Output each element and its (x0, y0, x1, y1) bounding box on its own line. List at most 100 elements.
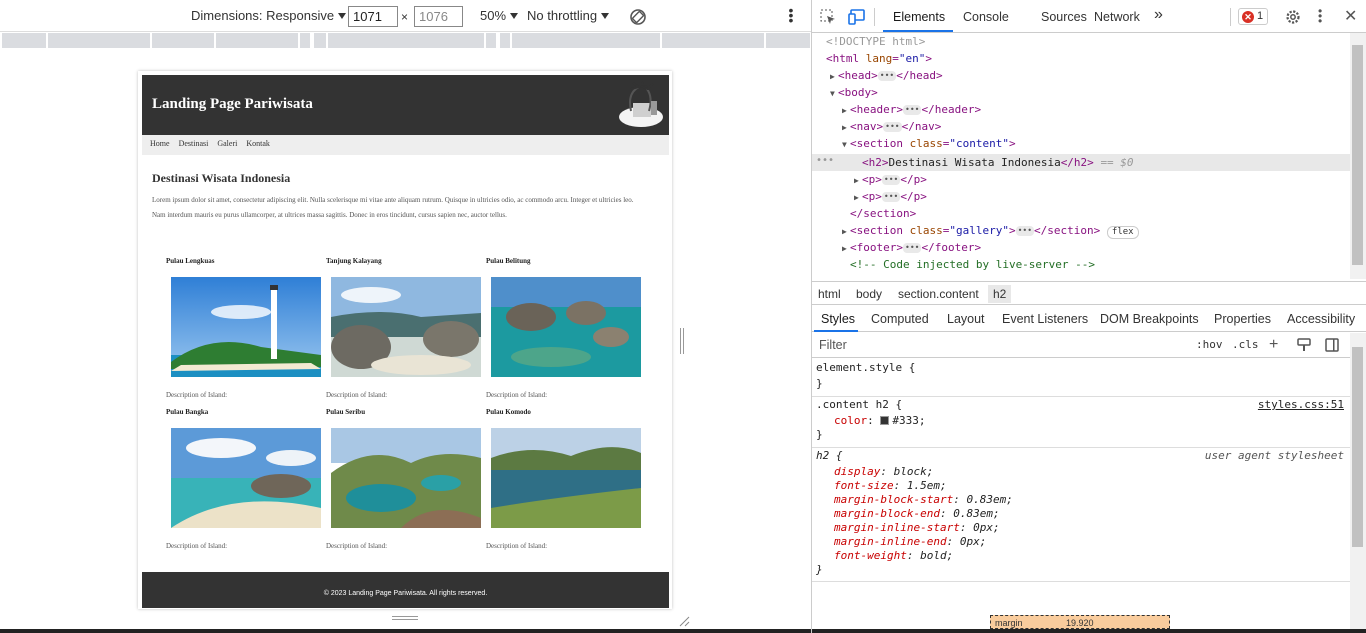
filter-input[interactable] (813, 335, 1183, 355)
dom-p-node[interactable]: ▶ <p> ••• </p> (854, 171, 927, 188)
dom-doctype[interactable]: <!DOCTYPE html> (826, 33, 925, 50)
ellipsis-icon[interactable]: ••• (883, 122, 902, 132)
rule-h2-ua[interactable]: h2 { (816, 449, 843, 463)
dom-html-node[interactable]: <html lang="en"> (826, 50, 932, 67)
dom-comment[interactable]: <!-- Code injected by live-server --> (850, 256, 1095, 273)
error-counter[interactable]: ✕ 1 (1238, 8, 1268, 25)
resize-handle-bottom[interactable] (392, 615, 418, 623)
crumb-h2[interactable]: h2 (988, 285, 1012, 303)
nav-home[interactable]: Home (150, 139, 170, 148)
more-tabs-icon[interactable]: » (1154, 6, 1163, 24)
ellipsis-icon[interactable]: ••• (903, 105, 922, 115)
crumb-body[interactable]: body (856, 287, 882, 301)
device-toggle-icon[interactable] (848, 9, 866, 28)
hov-toggle[interactable]: :hov (1196, 338, 1223, 351)
expand-arrow-icon[interactable]: ▶ (830, 68, 838, 85)
tab-layout[interactable]: Layout (947, 312, 985, 326)
flex-badge[interactable]: flex (1106, 226, 1139, 239)
dom-section-close[interactable]: </section> (850, 205, 916, 222)
rule-source-link[interactable]: styles.css:51 (1258, 398, 1344, 411)
paint-icon[interactable] (1297, 338, 1311, 355)
expand-arrow-icon[interactable]: ▶ (842, 119, 850, 136)
dom-section-tag: section (856, 137, 903, 150)
inspect-element-icon[interactable] (820, 9, 836, 28)
ellipsis-icon[interactable]: ••• (903, 243, 922, 253)
dom-body-node[interactable]: ▼ <body> (830, 84, 878, 101)
ellipsis-icon[interactable]: ••• (881, 192, 901, 202)
tab-accessibility[interactable]: Accessibility (1287, 312, 1355, 326)
dom-row-menu-icon[interactable]: ••• (816, 152, 834, 169)
dom-section-content-node[interactable]: ▼ <section class="content"> (842, 135, 1016, 152)
expand-arrow-icon[interactable]: ▶ (842, 240, 850, 257)
dom-scrollbar[interactable] (1350, 33, 1366, 279)
dom-section-tag: section (856, 224, 903, 237)
dom-nav-node[interactable]: ▶ <nav> ••• </nav> (842, 118, 941, 135)
sidebar-toggle-icon[interactable] (1325, 338, 1339, 355)
devtools-menu-icon[interactable]: • • • (1318, 5, 1322, 27)
dimensions-dropdown[interactable]: Dimensions: Responsive (191, 8, 346, 23)
height-input[interactable] (414, 6, 463, 27)
dom-header-close: header (934, 103, 975, 116)
collapse-arrow-icon[interactable]: ▼ (830, 85, 838, 102)
tab-dom-breakpoints[interactable]: DOM Breakpoints (1100, 312, 1199, 326)
nav-galeri[interactable]: Galeri (217, 139, 237, 148)
tab-properties[interactable]: Properties (1214, 312, 1271, 326)
more-options-icon[interactable]: • • • (786, 3, 796, 27)
media-query-bar[interactable] (0, 32, 811, 49)
settings-gear-icon[interactable] (1285, 9, 1301, 28)
tab-console[interactable]: Console (963, 10, 1009, 24)
ellipsis-icon[interactable]: ••• (1015, 226, 1035, 236)
ua-prop: margin-block-end (834, 507, 940, 520)
tab-event-listeners[interactable]: Event Listeners (1002, 312, 1088, 326)
zoom-dropdown[interactable]: 50% (480, 8, 518, 23)
nav-kontak[interactable]: Kontak (246, 139, 270, 148)
expand-arrow-icon[interactable]: ▶ (854, 189, 862, 206)
nav-destinasi[interactable]: Destinasi (179, 139, 209, 148)
rule-element-style[interactable]: element.style { (816, 361, 915, 375)
dom-p-node[interactable]: ▶ <p> ••• </p> (854, 188, 927, 205)
add-rule-icon[interactable]: + (1269, 336, 1278, 354)
dom-header-node[interactable]: ▶ <header> ••• </header> (842, 101, 981, 118)
rule-close-brace: } (816, 428, 823, 441)
dom-head-node[interactable]: ▶ <head> ••• </head> (830, 67, 943, 84)
width-input[interactable] (348, 6, 398, 27)
dom-h2-ref: == $0 (1100, 156, 1134, 169)
resize-handle-right[interactable] (678, 328, 686, 354)
rule-content-h2[interactable]: .content h2 { (816, 398, 902, 412)
tab-styles[interactable]: Styles (821, 312, 855, 326)
throttling-dropdown[interactable]: No throttling (527, 8, 609, 23)
rotate-icon[interactable] (629, 8, 647, 29)
color-swatch-icon[interactable] (880, 416, 890, 425)
box-model-margin[interactable]: margin 19.920 (990, 615, 1170, 629)
crumb-section[interactable]: section.content (898, 287, 979, 301)
close-devtools-icon[interactable]: ✕ (1344, 6, 1357, 26)
crumb-html[interactable]: html (818, 287, 841, 301)
site-footer: © 2023 Landing Page Pariwisata. All righ… (142, 572, 669, 608)
dom-section-val: "content" (949, 137, 1009, 150)
dom-section-gallery-node[interactable]: ▶ <section class="gallery"> ••• </section> … (842, 222, 1139, 239)
active-tab-indicator (883, 30, 953, 32)
ua-value: 0.83em; (953, 507, 1000, 520)
resize-corner-icon[interactable] (678, 614, 690, 627)
tab-network[interactable]: Network (1094, 10, 1140, 24)
collapse-arrow-icon[interactable]: ▼ (842, 136, 850, 153)
gallery-item: Pulau Belitung (462, 257, 622, 265)
cls-toggle[interactable]: .cls (1232, 338, 1259, 351)
ua-value: 0px; (973, 521, 1000, 534)
dom-footer-node[interactable]: ▶ <footer> ••• </footer> (842, 239, 981, 256)
styles-scrollbar[interactable] (1350, 333, 1366, 629)
ellipsis-icon[interactable]: ••• (881, 175, 901, 185)
expand-arrow-icon[interactable]: ▶ (842, 223, 850, 240)
ellipsis-icon[interactable]: ••• (877, 71, 897, 81)
dom-section-close-tag: section (1047, 224, 1094, 237)
tab-sources[interactable]: Sources (1041, 10, 1087, 24)
dom-header-tag: header (856, 103, 897, 116)
expand-arrow-icon[interactable]: ▶ (854, 172, 862, 189)
dom-h2-node[interactable]: <h2>Destinasi Wisata Indonesia</h2> == $… (862, 154, 1134, 171)
tab-elements[interactable]: Elements (893, 10, 945, 24)
gallery-image-bangka (171, 428, 321, 528)
expand-arrow-icon[interactable]: ▶ (842, 102, 850, 119)
rule-color-decl[interactable]: color: #333; (834, 414, 926, 428)
tab-computed[interactable]: Computed (871, 312, 929, 326)
site-nav: Home Destinasi Galeri Kontak (142, 135, 669, 155)
